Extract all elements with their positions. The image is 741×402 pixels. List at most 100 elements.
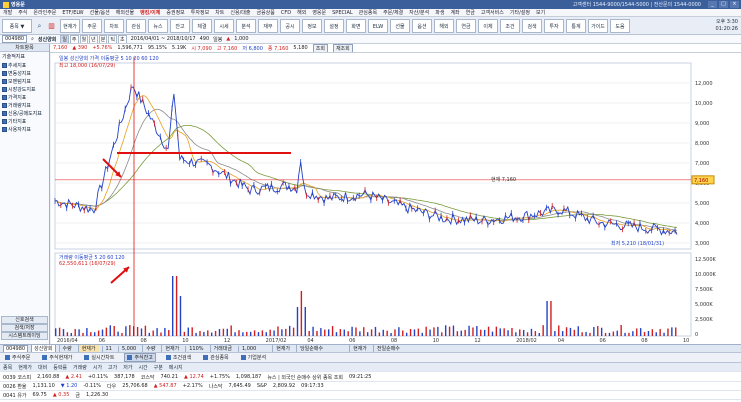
task-1[interactable]: 주식현재가: [40, 354, 74, 361]
order-segment-8[interactable]: 1,000: [237, 345, 259, 352]
period-button-4[interactable]: 분: [98, 35, 108, 43]
maximize-button[interactable]: □: [719, 1, 728, 8]
menu-item-22[interactable]: 고객서비스: [481, 9, 504, 16]
ticker-cell[interactable]: 저가: [123, 364, 132, 371]
ticker-cell[interactable]: 시가: [93, 364, 102, 371]
order-segment-5[interactable]: 현재가: [161, 345, 182, 352]
ticker-cell[interactable]: ▲ 12.74: [184, 374, 204, 380]
menu-item-24[interactable]: 보기: [536, 9, 545, 16]
ticker-cell[interactable]: 메시지: [169, 364, 183, 371]
toolbar-button-21[interactable]: 검색: [522, 19, 542, 33]
toolbar-button-11[interactable]: 정보: [302, 19, 322, 33]
ticker-cell[interactable]: 다우: [107, 383, 116, 390]
menu-item-17[interactable]: 주문/체결: [383, 9, 403, 16]
task-3[interactable]: 주식잔고: [124, 353, 156, 362]
menu-item-3[interactable]: ETF/ELW: [62, 10, 83, 16]
toolbar-button-23[interactable]: 통계: [566, 19, 586, 33]
menu-item-1[interactable]: 주식: [18, 9, 27, 16]
ticker-cell[interactable]: 09:17:33: [301, 383, 323, 389]
order-segment-0[interactable]: 수량: [58, 345, 75, 352]
toolbar-button-0[interactable]: 현재가: [60, 19, 80, 33]
system-trading-button[interactable]: 시스템트레이딩: [1, 332, 48, 340]
task-4[interactable]: 조건검색: [164, 354, 193, 361]
menu-item-23[interactable]: 기타/설정: [510, 9, 530, 16]
task-0[interactable]: 주식주문: [3, 354, 32, 361]
ticker-cell[interactable]: 거래량: [73, 364, 87, 371]
ticker-cell[interactable]: 0039 코스피: [3, 374, 31, 381]
toolbar-button-20[interactable]: 조건: [500, 19, 520, 33]
menu-item-21[interactable]: 연금: [466, 9, 475, 16]
menu-item-13[interactable]: 해외: [297, 9, 306, 16]
ticker-cell[interactable]: 25,706.68: [122, 383, 147, 389]
menu-item-4[interactable]: 선물/옵션: [90, 9, 110, 16]
ticker-cell[interactable]: ▲ 2.41: [65, 374, 82, 380]
menu-item-2[interactable]: 온라인주문: [33, 9, 56, 16]
ticker-cell[interactable]: 0026 환율: [3, 383, 27, 390]
ticker-cell[interactable]: 시간: [138, 364, 147, 371]
toolbar-button-8[interactable]: 분석: [236, 19, 256, 33]
order-segment-7[interactable]: 거래대금: [209, 345, 235, 352]
search-save-button[interactable]: 검색/저장: [1, 324, 48, 332]
order-segment-6[interactable]: 110%: [185, 345, 206, 352]
search-icon[interactable]: ⌕: [31, 36, 34, 42]
order-segment-2[interactable]: 11: [101, 345, 115, 352]
sidebar-item-6[interactable]: 신용/공매도지표: [0, 109, 49, 117]
menu-item-8[interactable]: 투자정보: [191, 9, 209, 16]
toolbar-button-3[interactable]: 관심: [126, 19, 146, 33]
ticker-cell[interactable]: 등락률: [53, 364, 67, 371]
close-button[interactable]: ×: [730, 1, 739, 8]
ticker-cell[interactable]: 740.21: [161, 374, 179, 380]
order-segment-4[interactable]: 수량: [142, 345, 158, 352]
toolbar-button-13[interactable]: 화면: [346, 19, 366, 33]
signal-search-button[interactable]: 신호검색: [1, 316, 48, 324]
menu-item-19[interactable]: 파생: [435, 9, 444, 16]
sidebar-item-2[interactable]: 모멘텀지표: [0, 77, 49, 85]
menu-item-15[interactable]: SPECIAL: [332, 10, 353, 16]
toolbar-button-14[interactable]: ELW: [368, 19, 388, 33]
requery-button[interactable]: 재조회: [332, 44, 353, 52]
order-segment-1[interactable]: 현재가: [77, 345, 99, 352]
toolbar-button-19[interactable]: 이체: [478, 19, 498, 33]
period-range[interactable]: 2016/04/01 ~ 2018/10/17: [131, 36, 196, 42]
order-name[interactable]: 성신양회: [31, 345, 56, 352]
order-segment-14[interactable]: 현재가: [349, 345, 370, 352]
sidebar-item-5[interactable]: 거래량지표: [0, 101, 49, 109]
menu-item-9[interactable]: 차트: [215, 9, 224, 16]
order-segment-15[interactable]: 전일순매수: [372, 345, 403, 352]
ticker-cell[interactable]: 뉴스 | 외국인 순매수 상위 종목 조회: [267, 374, 343, 381]
toolbar-button-17[interactable]: 해외: [434, 19, 454, 33]
sidebar-item-3[interactable]: 시장강도지표: [0, 85, 49, 93]
ticker-cell[interactable]: 387,178: [114, 374, 135, 380]
ticker-cell[interactable]: 09:21:25: [349, 374, 371, 380]
toolbar-button-1[interactable]: 주문: [82, 19, 102, 33]
menu-item-5[interactable]: 해외선물: [116, 9, 134, 16]
stock-chart[interactable]: 12,00010,0009,0008,0007,0006,0005,0004,0…: [51, 53, 741, 344]
period-button-2[interactable]: 월: [79, 35, 89, 43]
order-segment-10[interactable]: 현재가: [272, 345, 293, 352]
toolbar-button-12[interactable]: 설정: [324, 19, 344, 33]
unit-value[interactable]: 1,000: [234, 36, 248, 42]
menu-item-20[interactable]: 계좌: [450, 9, 459, 16]
menu-item-12[interactable]: CFD: [281, 10, 291, 16]
order-segment-11[interactable]: 당일순매수: [296, 345, 326, 352]
ticker-cell[interactable]: 1,098,187: [236, 374, 261, 380]
toolbar-button-7[interactable]: 시세: [214, 19, 234, 33]
toolbar-button-2[interactable]: 차트: [104, 19, 124, 33]
toolbar-button-24[interactable]: 가이드: [588, 19, 608, 33]
menu-item-7[interactable]: 증권정보: [166, 9, 184, 16]
ticker-cell[interactable]: -0.11%: [83, 383, 101, 389]
task-6[interactable]: 기업분석: [239, 354, 268, 361]
ticker-cell[interactable]: +2.17%: [183, 383, 203, 389]
menu-item-14[interactable]: 영웅문: [312, 9, 326, 16]
ticker-cell[interactable]: 2,809.92: [273, 383, 295, 389]
toolbar-button-6[interactable]: 체결: [192, 19, 212, 33]
toolbar-button-15[interactable]: 선물: [390, 19, 410, 33]
ticker-cell[interactable]: +0.11%: [88, 374, 108, 380]
menu-item-10[interactable]: 신용/대출: [230, 9, 250, 16]
toolbar-button-9[interactable]: 재무: [258, 19, 278, 33]
task-2[interactable]: 실시간차트: [82, 354, 116, 361]
order-code[interactable]: 004980: [3, 345, 29, 352]
menu-item-0[interactable]: 개발: [3, 9, 12, 16]
menu-item-11[interactable]: 금융상품: [256, 9, 274, 16]
sidebar-item-4[interactable]: 가격지표: [0, 93, 49, 101]
